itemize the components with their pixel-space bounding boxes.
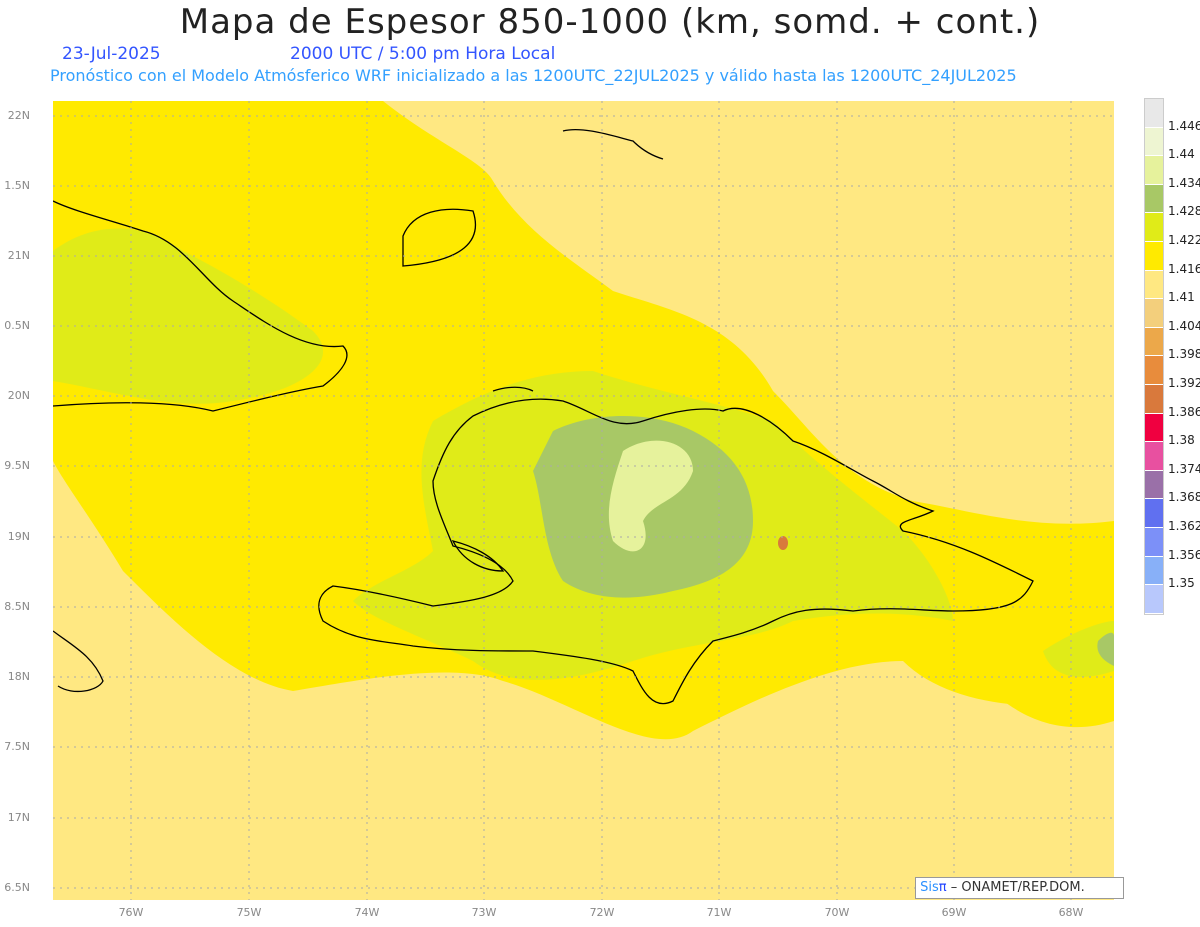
colorbar-swatch	[1145, 184, 1163, 214]
colorbar-swatch	[1145, 499, 1163, 528]
lon-label: 75W	[236, 906, 262, 919]
credit-brand: Sis	[920, 880, 939, 895]
colorbar-label: 1.44	[1168, 147, 1195, 162]
colorbar-label: 1.386	[1168, 404, 1200, 419]
lat-label: 6.5N	[4, 881, 30, 894]
colorbar-label: 1.404	[1168, 318, 1200, 333]
lon-label: 70W	[824, 906, 850, 919]
colorbar-swatch	[1145, 384, 1163, 414]
colorbar-swatch	[1145, 270, 1163, 300]
colorbar-label: 1.362	[1168, 519, 1200, 533]
lat-label: 18N	[7, 670, 30, 683]
credit-text: – ONAMET/REP.DOM.	[946, 880, 1085, 895]
model-subtitle: Pronóstico con el Modelo Atmósferico WRF…	[50, 66, 1017, 85]
lon-label: 69W	[941, 906, 967, 919]
colorbar-label: 1.392	[1168, 376, 1200, 390]
colorbar-label: 1.35	[1168, 576, 1195, 591]
lat-label: 0.5N	[4, 319, 30, 332]
lat-label: 22N	[7, 109, 30, 122]
colorbar-swatch	[1145, 156, 1163, 185]
lat-label: 1.5N	[4, 179, 30, 192]
lat-label: 20N	[7, 389, 30, 402]
lon-label: 73W	[471, 906, 497, 919]
colorbar	[1144, 98, 1164, 615]
lat-label: 9.5N	[4, 459, 30, 472]
colorbar-swatch	[1145, 585, 1163, 614]
colorbar-swatch	[1145, 327, 1163, 357]
colorbar-swatch	[1145, 99, 1163, 128]
colorbar-swatch	[1145, 442, 1163, 471]
colorbar-swatch	[1145, 127, 1163, 157]
field-1386-spot	[778, 536, 788, 550]
colorbar-swatch	[1145, 241, 1163, 271]
colorbar-swatch	[1145, 556, 1163, 586]
lat-label: 17N	[7, 811, 30, 824]
valid-time: 2000 UTC / 5:00 pm Hora Local	[290, 44, 556, 64]
colorbar-label: 1.398	[1168, 347, 1200, 362]
colorbar-label: 1.416	[1168, 261, 1200, 276]
colorbar-swatch	[1145, 299, 1163, 328]
lat-label: 19N	[7, 530, 30, 543]
colorbar-label: 1.434	[1168, 175, 1200, 190]
credit-box: Sisπ – ONAMET/REP.DOM.	[915, 877, 1124, 899]
lon-label: 76W	[118, 906, 144, 919]
lon-label: 68W	[1058, 906, 1084, 919]
colorbar-swatch	[1145, 470, 1163, 500]
colorbar-swatch	[1145, 356, 1163, 385]
thickness-map	[53, 101, 1114, 900]
colorbar-label: 1.422	[1168, 233, 1200, 247]
lat-label: 7.5N	[4, 740, 30, 753]
lon-label: 74W	[354, 906, 380, 919]
colorbar-label: 1.368	[1168, 490, 1200, 505]
colorbar-label: 1.428	[1168, 204, 1200, 219]
lon-label: 71W	[706, 906, 732, 919]
lat-label: 21N	[7, 249, 30, 262]
map-title: Mapa de Espesor 850-1000 (km, somd. + co…	[179, 2, 1041, 42]
colorbar-label: 1.41	[1168, 290, 1195, 305]
pi-logo: π	[938, 880, 947, 895]
colorbar-swatch	[1145, 527, 1163, 557]
colorbar-label: 1.446	[1168, 118, 1200, 133]
colorbar-swatch	[1145, 213, 1163, 242]
colorbar-swatch	[1145, 413, 1163, 443]
lon-label: 72W	[589, 906, 615, 919]
colorbar-label: 1.374	[1168, 461, 1200, 476]
forecast-date: 23-Jul-2025	[62, 44, 161, 64]
lat-label: 8.5N	[4, 600, 30, 613]
colorbar-label: 1.356	[1168, 547, 1200, 562]
colorbar-label: 1.38	[1168, 433, 1195, 448]
